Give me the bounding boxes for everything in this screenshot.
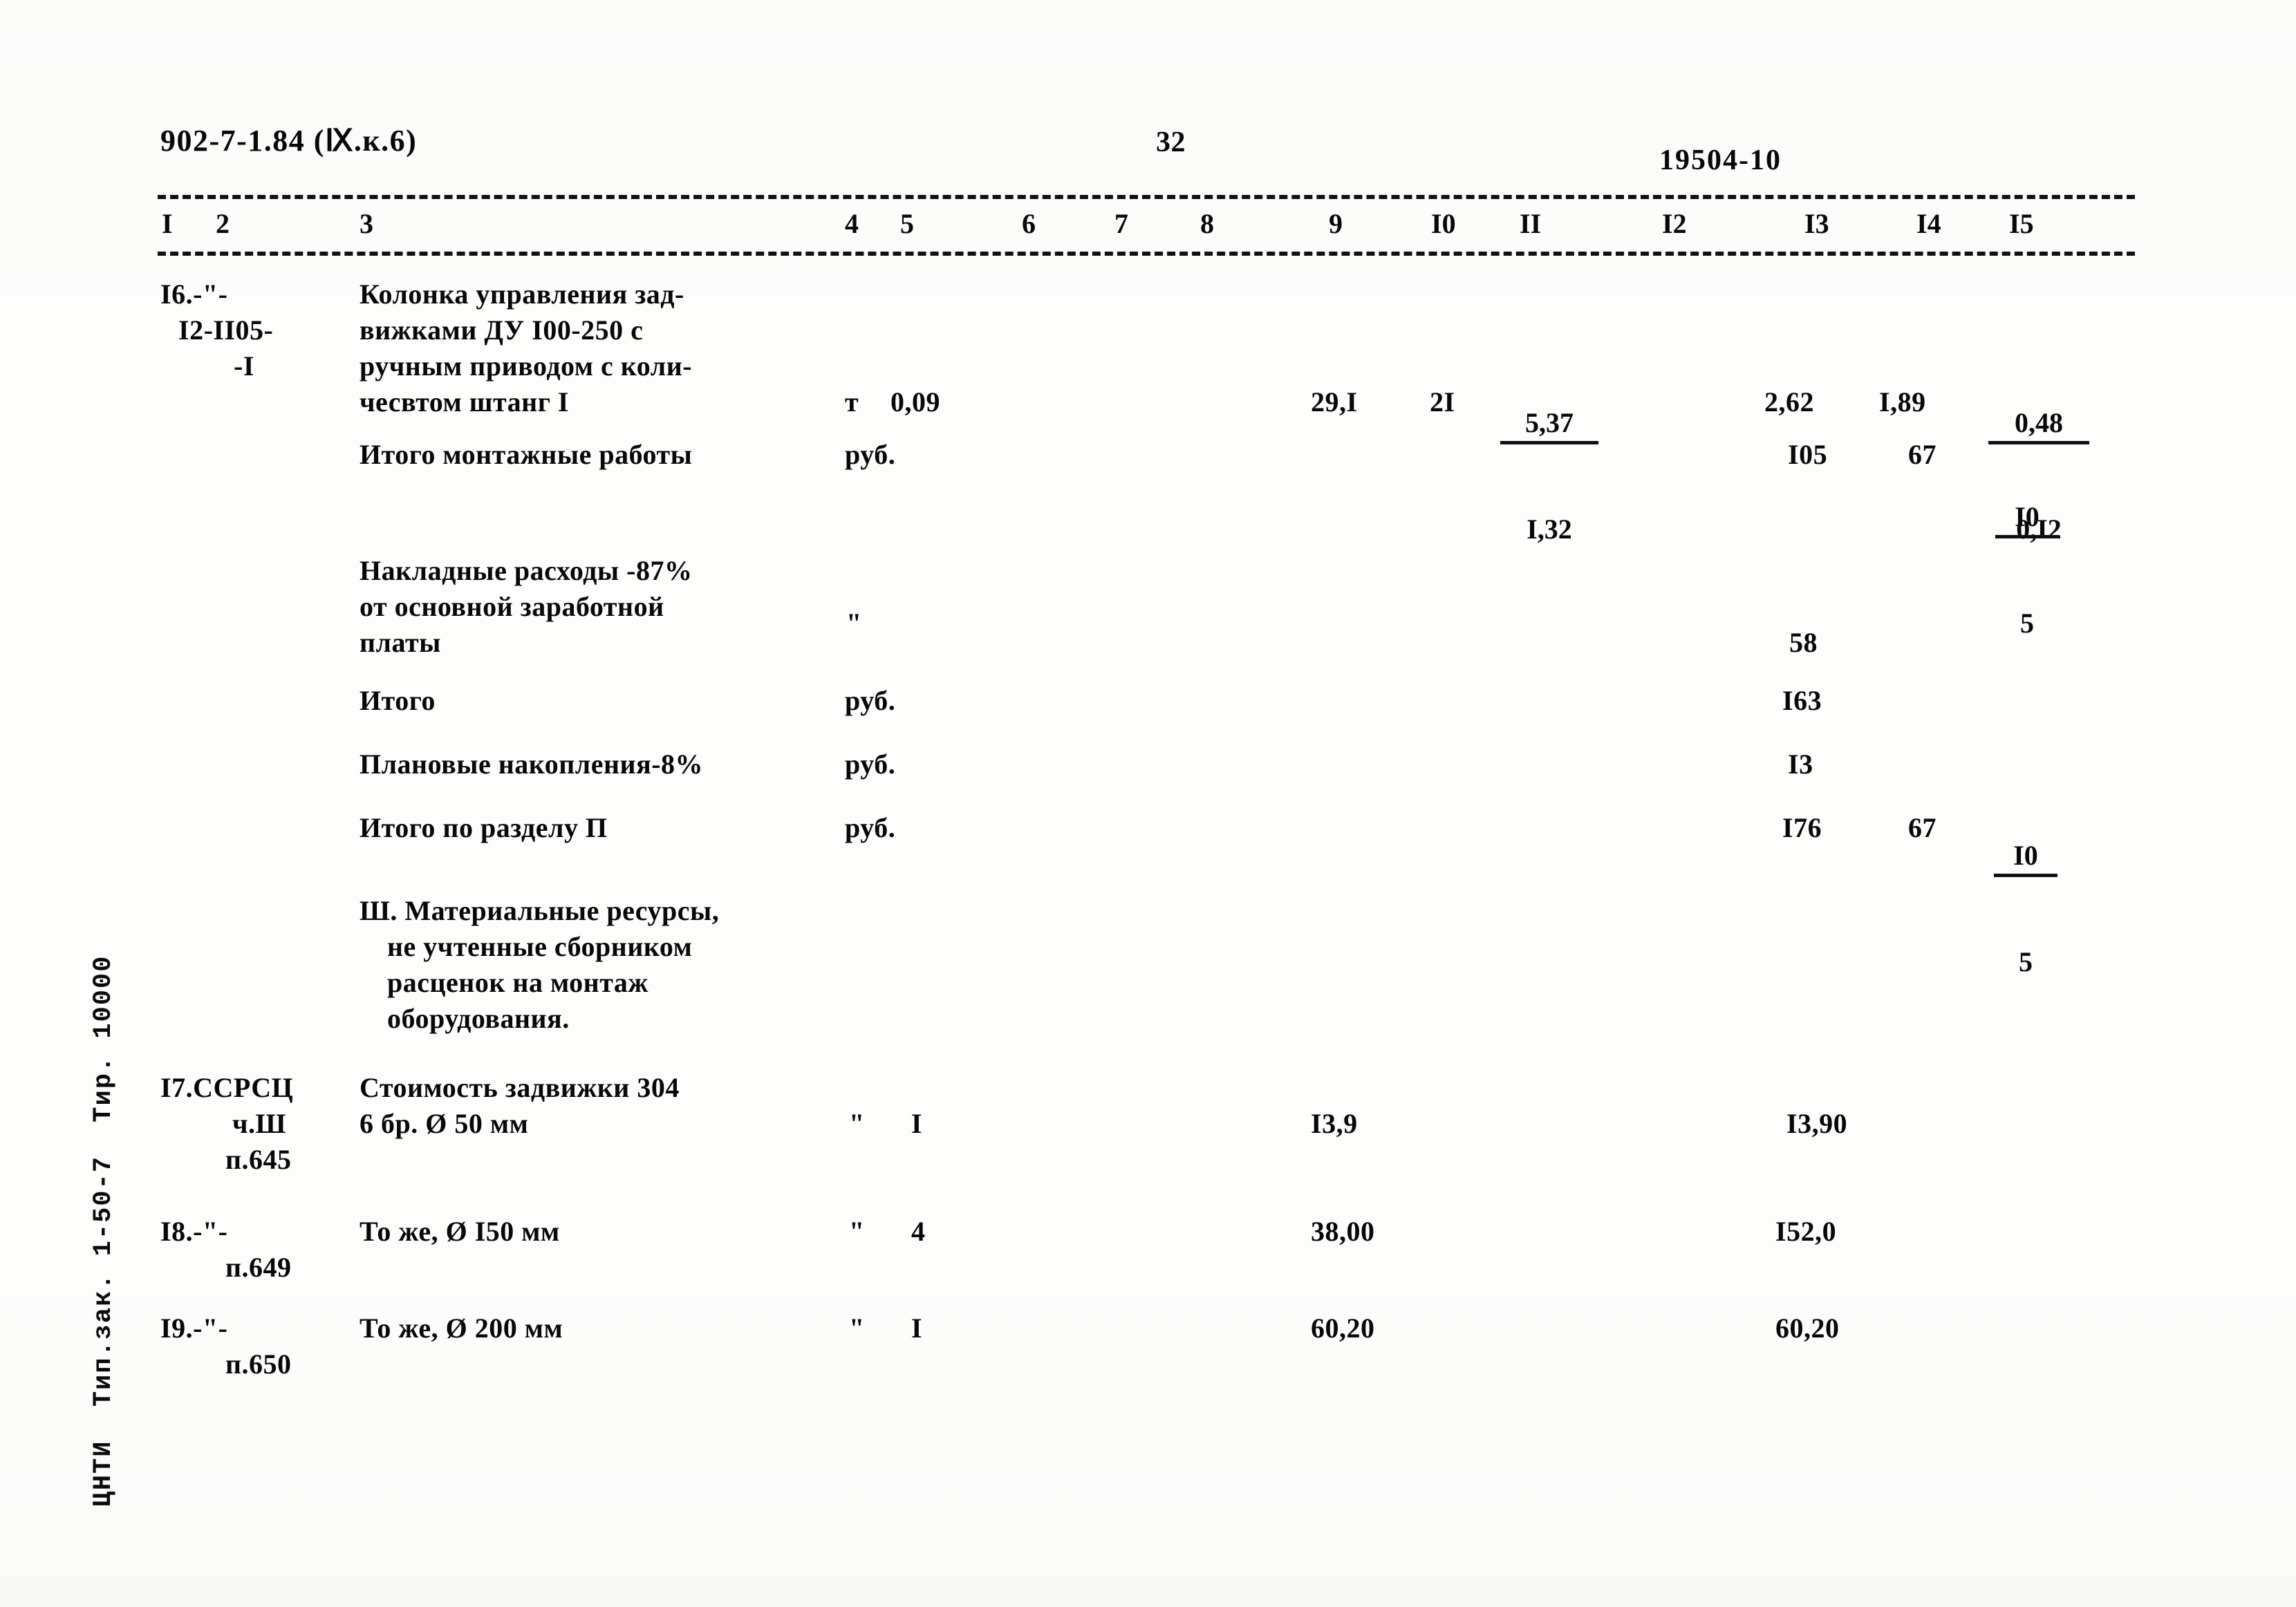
row18-description-line1: То же, Ø I50 мм: [360, 1216, 560, 1247]
total-install-col15-fraction: I0 5: [1995, 434, 2059, 706]
column-header-3: 3: [360, 208, 373, 239]
column-header-10: I0: [1431, 208, 1456, 239]
column-header-15: I5: [2009, 208, 2034, 239]
section-total-unit: руб.: [845, 812, 896, 843]
row16-col11-numerator: 5,37: [1500, 406, 1598, 444]
row17-unit: ": [849, 1108, 865, 1139]
column-header-9: 9: [1329, 208, 1343, 239]
row16-code-line3: -I: [234, 350, 254, 382]
column-header-1: I: [162, 208, 173, 239]
column-header-12: I2: [1662, 208, 1687, 239]
row19-number: I9.-"-: [160, 1313, 228, 1344]
row18-number: I8.-"-: [160, 1216, 228, 1247]
row19-col13: 60,20: [1775, 1313, 1840, 1344]
row16-number: I6.-"-: [160, 279, 228, 310]
section-total-col15-denominator: 5: [2019, 946, 2033, 977]
row17-code-line3: п.645: [225, 1144, 292, 1175]
column-header-2: 2: [216, 208, 230, 239]
header-rule-top: [158, 195, 2135, 199]
section3-heading-line4: оборудования.: [387, 1003, 570, 1034]
row17-quantity: I: [911, 1108, 923, 1139]
row19-col9: 60,20: [1311, 1313, 1375, 1344]
page-number: 32: [1156, 126, 1186, 158]
row16-col11-fraction: 5,37 I,32: [1500, 340, 1598, 612]
row19-quantity: I: [911, 1313, 923, 1344]
row18-quantity: 4: [911, 1216, 926, 1247]
header-rule-bottom: [158, 252, 2135, 256]
row18-col9: 38,00: [1311, 1216, 1375, 1247]
column-header-8: 8: [1200, 208, 1214, 239]
section-total-col14: 67: [1908, 812, 1936, 843]
row16-col10: 2I: [1430, 386, 1455, 417]
row16-description-line3: ручным приводом с коли-: [360, 350, 693, 382]
subtotal-col13: I63: [1782, 685, 1822, 716]
column-header-14: I4: [1916, 208, 1941, 239]
row16-description-line2: вижками ДУ I00-250 с: [360, 314, 644, 346]
row17-description-line1: Стоимость задвижки 304: [360, 1072, 680, 1103]
column-header-4: 4: [845, 208, 859, 239]
section-total-col15-numerator: I0: [1994, 839, 2057, 877]
sheet-code: 19504-10: [1659, 144, 1782, 176]
column-header-6: 6: [1022, 208, 1036, 239]
total-install-col14: 67: [1908, 439, 1936, 470]
document-code: 902-7-1.84 (Ⅸ.к.6): [160, 124, 418, 158]
row16-description-line4: чесвтом штанг I: [360, 386, 569, 417]
subtotal-description: Итого: [360, 685, 436, 716]
printing-imprint: ЦНТИ Тип.зак. 1-50-7 Тир. 10000: [89, 955, 118, 1507]
column-header-7: 7: [1114, 208, 1128, 239]
planned-savings-unit: руб.: [845, 749, 896, 780]
row16-quantity: 0,09: [890, 386, 940, 417]
row17-col9: I3,9: [1311, 1108, 1358, 1139]
row19-unit: ": [849, 1313, 865, 1344]
section3-heading-line2: не учтенные сборником: [387, 931, 693, 962]
row19-code-line2: п.650: [225, 1348, 292, 1380]
row16-unit: т: [845, 386, 859, 417]
row19-description-line1: То же, Ø 200 мм: [360, 1313, 563, 1344]
row18-unit: ": [849, 1216, 865, 1247]
overhead-description-line1: Накладные расходы -87%: [360, 555, 693, 586]
scan-tint-overlay: [0, 0, 2296, 1607]
column-header-13: I3: [1804, 208, 1829, 239]
section3-heading-line3: расценок на монтаж: [387, 967, 648, 998]
row16-col13: 2,62: [1764, 386, 1814, 417]
column-header-11: II: [1520, 208, 1542, 239]
row16-col11-denominator: I,32: [1527, 514, 1572, 545]
document-page: 902-7-1.84 (Ⅸ.к.6) 32 19504-10 I 2 3 4 5…: [0, 0, 2296, 1607]
section-total-col15-fraction: I0 5: [1994, 773, 2057, 1045]
planned-savings-col13: I3: [1788, 749, 1813, 780]
total-install-description: Итого монтажные работы: [360, 439, 693, 470]
row17-code-line2: ч.Ш: [232, 1108, 286, 1139]
total-install-col15-numerator: I0: [1995, 500, 2059, 538]
section-total-col13: I76: [1782, 812, 1822, 843]
total-install-col13: I05: [1788, 439, 1828, 470]
overhead-col13: 58: [1789, 627, 1818, 658]
row16-col9: 29,I: [1311, 386, 1358, 417]
row16-description-line1: Колонка управления зад-: [360, 279, 684, 310]
section3-heading-line1: Ш. Материальные ресурсы,: [360, 895, 720, 926]
row18-col13: I52,0: [1775, 1216, 1837, 1247]
row17-number: I7.ССРСЦ: [160, 1072, 294, 1103]
row16-col14: I,89: [1879, 386, 1926, 417]
row17-col13: I3,90: [1786, 1108, 1848, 1139]
overhead-description-line2: от основной заработной: [360, 591, 664, 622]
overhead-unit: ": [846, 608, 862, 639]
total-install-col15-denominator: 5: [2020, 608, 2034, 639]
row17-description-line2: 6 бр. Ø 50 мм: [360, 1108, 529, 1139]
overhead-description-line3: платы: [360, 627, 441, 658]
planned-savings-description: Плановые накопления-8%: [360, 749, 704, 780]
subtotal-unit: руб.: [845, 685, 896, 716]
row16-code-line2: I2-II05-: [178, 314, 274, 346]
column-header-5: 5: [900, 208, 914, 239]
row18-code-line2: п.649: [225, 1252, 292, 1283]
total-install-unit: руб.: [845, 439, 896, 470]
section-total-description: Итого по разделу П: [360, 812, 608, 843]
